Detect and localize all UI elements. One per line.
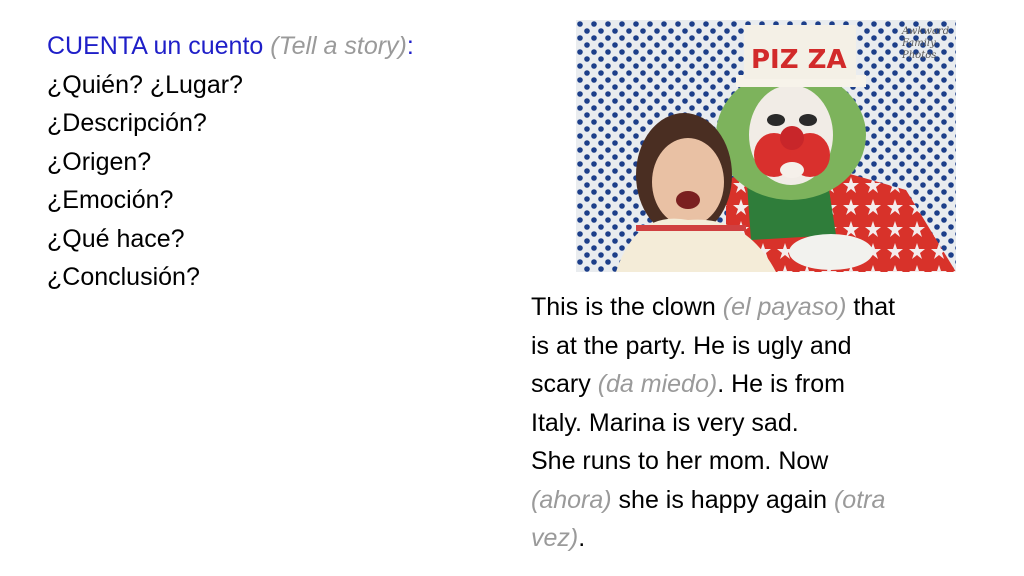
translation-ahora: (ahora) [531, 485, 612, 514]
story-line: is at the party. He is ugly and [531, 331, 852, 360]
prompt-question: ¿Descripción? [47, 109, 207, 137]
story-line: Italy. Marina is very sad. [531, 408, 799, 437]
prompt-question: ¿Origen? [47, 147, 152, 176]
prompt-title-main: CUENTA un cuento [47, 32, 264, 60]
story-text: This is the clown (el payaso) that is at… [531, 288, 971, 558]
translation-da-miedo: (da miedo) [597, 370, 718, 398]
watermark-line: Family [901, 38, 936, 49]
watermark-line: Awkward [901, 26, 949, 37]
prompt-question: ¿Conclusión? [47, 263, 200, 291]
story-line: scary (da miedo). He is from [531, 370, 845, 398]
clown-photo: PIZ ZA Awkward Family Photos [576, 20, 956, 272]
story-prompt: CUENTA un cuento (Tell a story): ¿Quién?… [47, 27, 527, 297]
translation-vez: vez) [531, 524, 579, 552]
prompt-title: CUENTA un cuento (Tell a story): [47, 27, 527, 66]
prompt-title-translation: (Tell a story) [270, 32, 407, 60]
watermark-line: Photos [901, 50, 936, 61]
translation-el-payaso: (el payaso) [722, 293, 847, 321]
story-line: This is the clown (el payaso) that [531, 293, 896, 321]
story-line: vez). [531, 524, 586, 552]
prompt-question: ¿Emoción? [47, 186, 174, 214]
prompt-question: ¿Qué hace? [47, 224, 185, 253]
story-line: (ahora) she is happy again (otra [531, 485, 886, 514]
hat-text: PIZ ZA [751, 45, 847, 75]
story-line: She runs to her mom. Now [531, 447, 829, 475]
prompt-title-colon: : [406, 32, 414, 60]
prompt-question: ¿Quién? ¿Lugar? [47, 70, 243, 99]
translation-otra: (otra [833, 485, 886, 514]
